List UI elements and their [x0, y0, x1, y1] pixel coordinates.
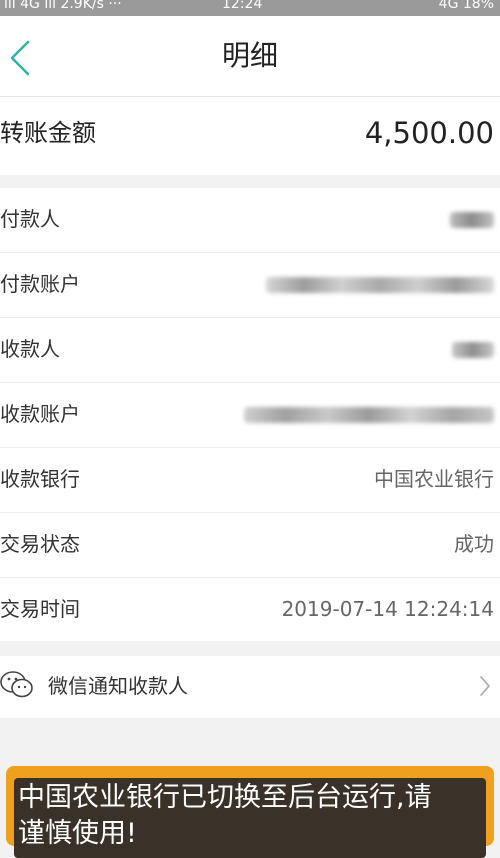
detail-row-payee: 收款人 [0, 318, 500, 383]
blurred-value [450, 212, 494, 228]
detail-row-payer: 付款人 [0, 188, 500, 253]
page-title: 明细 [221, 39, 278, 72]
battery-indicator: 4G 18% [438, 0, 494, 12]
background-running-toast: 中国农业银行已切换至后台运行,请谨慎使用! [6, 766, 494, 858]
detail-value: 2019-07-14 12:24:14 [281, 597, 494, 621]
detail-label: 交易时间 [0, 597, 80, 621]
detail-row-payee-account: 收款账户 [0, 383, 500, 448]
detail-label: 付款人 [0, 207, 60, 231]
amount-label: 转账金额 [0, 119, 96, 147]
detail-value: 中国农业银行 [374, 467, 494, 491]
blurred-value [452, 342, 494, 358]
detail-label: 交易状态 [0, 532, 80, 556]
clock: 12:24 [222, 0, 263, 12]
detail-label: 收款人 [0, 337, 60, 361]
detail-label: 收款银行 [0, 467, 80, 491]
wechat-notify-label: 微信通知收款人 [48, 674, 188, 698]
blurred-value [266, 277, 494, 293]
toast-message: 中国农业银行已切换至后台运行,请谨慎使用! [18, 782, 432, 849]
detail-label: 收款账户 [0, 402, 80, 426]
wechat-notify-payee-button[interactable]: 微信通知收款人 [0, 656, 500, 718]
amount-value: 4,500.00 [364, 116, 494, 150]
transaction-details-card: 付款人 付款账户 收款人 收款账户 收款银行 中国农业银行 交易状态 成功 交易… [0, 188, 500, 641]
status-bar: ıll 4G ıll 2.9K/s ··· 12:24 4G 18% [0, 0, 500, 16]
navigation-bar: 明细 [0, 16, 500, 97]
detail-row-status: 交易状态 成功 [0, 513, 500, 578]
transfer-amount-card: 转账金额 4,500.00 [0, 97, 500, 175]
signal-indicators: ıll 4G ıll 2.9K/s ··· [4, 0, 122, 12]
blurred-value [244, 407, 494, 423]
chevron-right-icon [478, 673, 492, 699]
detail-value: 成功 [454, 532, 494, 556]
wechat-icon [0, 670, 34, 700]
detail-row-payee-bank: 收款银行 中国农业银行 [0, 448, 500, 513]
detail-label: 付款账户 [0, 272, 80, 296]
detail-row-payer-account: 付款账户 [0, 253, 500, 318]
toast-body: 中国农业银行已切换至后台运行,请谨慎使用! [14, 778, 486, 858]
detail-row-time: 交易时间 2019-07-14 12:24:14 [0, 578, 500, 642]
